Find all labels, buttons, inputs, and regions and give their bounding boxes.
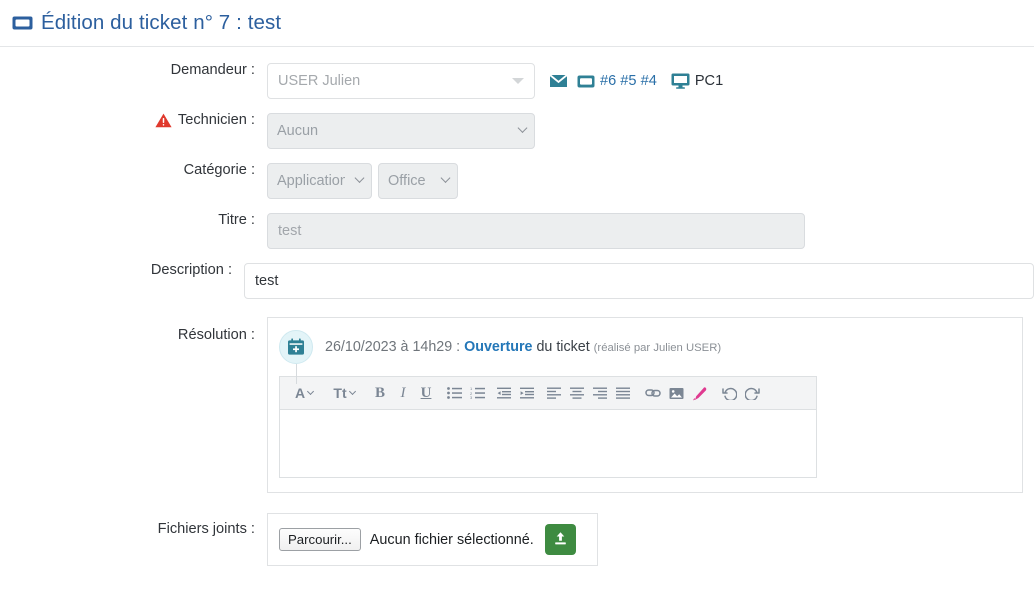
row-titre: Titre :	[0, 213, 1034, 249]
pc-name: PC1	[694, 73, 724, 89]
file-status-text: Aucun fichier sélectionné.	[369, 531, 534, 548]
timeline-date: 26/10/2023 à 14h29 :	[325, 339, 465, 355]
label-resolution: Résolution :	[177, 327, 255, 343]
text-color-glyph: A	[294, 385, 306, 401]
label-demandeur: Demandeur :	[170, 62, 255, 78]
italic-icon[interactable]: I	[392, 380, 414, 407]
timeline-author: (réalisé par Julien USER)	[593, 342, 722, 354]
numbered-list-icon[interactable]: 1 2 3	[466, 380, 488, 407]
link-icon[interactable]	[642, 380, 664, 407]
monitor-icon	[671, 73, 690, 89]
row-fichiers: Fichiers joints : Parcourir... Aucun fic…	[0, 513, 1034, 566]
linked-tickets[interactable]: #6 #5 #4	[577, 73, 657, 89]
demandeur-select[interactable]: USER Julien	[267, 63, 535, 99]
editor-toolbar: A Tt B I U 1 2 3	[280, 377, 816, 410]
timeline-text: 26/10/2023 à 14h29 : Ouverture du ticket…	[325, 339, 721, 355]
svg-text:3: 3	[470, 395, 473, 399]
page-title: Édition du ticket n° 7 : test	[41, 11, 282, 34]
label-titre: Titre :	[218, 212, 255, 228]
outdent-icon[interactable]	[493, 380, 515, 407]
browse-button[interactable]: Parcourir...	[279, 528, 361, 551]
ticket-refs: #6 #5 #4	[600, 73, 657, 89]
upload-button[interactable]	[544, 524, 576, 555]
label-categorie: Catégorie :	[183, 162, 255, 178]
row-categorie: Catégorie : Application Office	[0, 163, 1034, 199]
timeline-event: Ouverture	[464, 339, 533, 355]
demandeur-value: USER Julien	[278, 73, 361, 89]
underline-icon[interactable]: U	[415, 380, 437, 407]
calendar-plus-icon	[279, 330, 313, 364]
bullet-list-icon[interactable]	[443, 380, 465, 407]
warning-triangle-icon	[155, 113, 172, 128]
chevron-down-icon	[348, 387, 356, 396]
chevron-down-icon	[512, 78, 524, 84]
highlighter-pen-icon[interactable]	[688, 380, 710, 407]
row-demandeur: Demandeur : USER Julien #6 #5 #4 PC1	[0, 63, 1034, 99]
files-panel: Parcourir... Aucun fichier sélectionné.	[267, 513, 598, 566]
description-input[interactable]	[244, 263, 1034, 299]
row-description: Description :	[0, 263, 1034, 299]
align-right-icon[interactable]	[589, 380, 611, 407]
label-fichiers: Fichiers joints :	[157, 521, 255, 537]
align-left-icon[interactable]	[543, 380, 565, 407]
upload-icon	[553, 531, 568, 549]
label-description: Description :	[150, 262, 232, 278]
resolution-editor: A Tt B I U 1 2 3	[279, 376, 817, 478]
technicien-select-wrap: Aucun	[267, 113, 535, 149]
bold-glyph: B	[374, 384, 385, 401]
label-technicien: Technicien :	[0, 113, 267, 128]
categorie-secondary-wrap: Office	[378, 163, 458, 199]
titre-input[interactable]	[267, 213, 805, 249]
label-technicien-text: Technicien :	[177, 112, 255, 129]
timeline-entry: 26/10/2023 à 14h29 : Ouverture du ticket…	[268, 330, 1022, 384]
image-icon[interactable]	[665, 380, 687, 407]
categorie-primary-select[interactable]: Application	[267, 163, 372, 199]
indent-icon[interactable]	[516, 380, 538, 407]
page-header: Édition du ticket n° 7 : test	[0, 0, 1034, 47]
bold-icon[interactable]: B	[369, 380, 391, 407]
technicien-select[interactable]: Aucun	[267, 113, 535, 149]
align-justify-icon[interactable]	[612, 380, 634, 407]
categorie-secondary-select[interactable]: Office	[378, 163, 458, 199]
contact-shortcuts: #6 #5 #4 PC1	[549, 73, 723, 89]
ticket-icon	[577, 75, 595, 88]
timeline-connector	[296, 364, 297, 384]
underline-glyph: U	[420, 384, 432, 401]
row-technicien: Technicien : Aucun	[0, 113, 1034, 149]
envelope-icon[interactable]	[549, 74, 568, 88]
linked-computer[interactable]: PC1	[671, 73, 723, 89]
editor-body[interactable]	[280, 410, 816, 477]
categorie-primary-wrap: Application	[267, 163, 372, 199]
italic-glyph: I	[400, 384, 406, 401]
undo-icon[interactable]	[718, 380, 740, 407]
ticket-form: Demandeur : USER Julien #6 #5 #4 PC1 Tec…	[0, 47, 1034, 566]
timeline-suffix: du ticket	[532, 339, 590, 355]
redo-icon[interactable]	[741, 380, 763, 407]
chevron-down-icon	[307, 387, 315, 396]
resolution-panel: 26/10/2023 à 14h29 : Ouverture du ticket…	[267, 317, 1023, 493]
ticket-icon	[12, 15, 33, 31]
align-center-icon[interactable]	[566, 380, 588, 407]
font-size-icon[interactable]: Tt	[327, 380, 361, 407]
text-color-icon[interactable]: A	[287, 380, 321, 407]
row-resolution: Résolution : 26/10/2023 à 14h29: Ouvert…	[0, 317, 1034, 493]
font-size-glyph: Tt	[333, 385, 347, 401]
